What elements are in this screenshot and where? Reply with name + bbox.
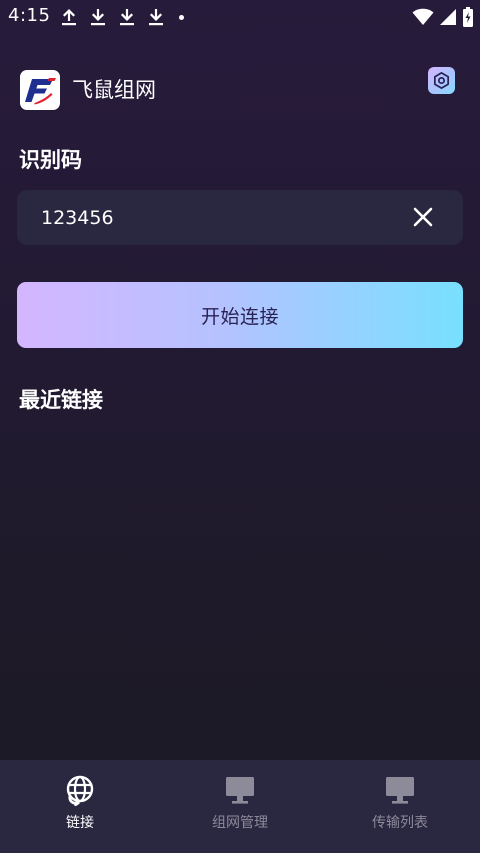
nav-item-link[interactable]: 链接 xyxy=(0,760,160,853)
download-icon xyxy=(91,9,105,26)
status-notification-icons xyxy=(60,6,184,28)
nav-item-transfer-list[interactable]: 传输列表 xyxy=(320,760,480,853)
id-code-input[interactable] xyxy=(41,190,401,245)
id-code-field xyxy=(17,190,463,245)
app-screen: 4:15 飞鼠组网 识别码 123456 开始连接 最近链接 链接 组网管理 传… xyxy=(0,0,480,853)
globe-link-icon xyxy=(64,774,96,806)
settings-hex-icon xyxy=(433,72,450,89)
id-code-label: 识别码 xyxy=(19,148,82,172)
clear-input-button[interactable] xyxy=(411,205,435,229)
status-bar: 4:15 xyxy=(0,0,480,34)
signal-icon xyxy=(440,9,456,25)
download-icon xyxy=(120,9,134,26)
nav-label-transfer-list: 传输列表 xyxy=(372,815,428,831)
monitor-icon xyxy=(224,774,256,806)
recent-connections-label: 最近链接 xyxy=(19,388,103,412)
status-time: 4:15 xyxy=(8,5,51,26)
download-icon xyxy=(149,9,163,26)
app-title: 飞鼠组网 xyxy=(72,78,156,102)
status-system-icons xyxy=(407,6,474,28)
wifi-icon xyxy=(412,8,434,26)
settings-button[interactable] xyxy=(428,67,455,94)
nav-label-link: 链接 xyxy=(66,815,94,831)
close-icon xyxy=(413,207,433,227)
monitor-icon xyxy=(384,774,416,806)
recent-connections-list xyxy=(17,430,463,750)
notification-dot-icon xyxy=(179,14,184,20)
app-header: 飞鼠组网 xyxy=(20,67,460,112)
battery-charging-icon xyxy=(463,7,473,27)
start-connect-button[interactable]: 开始连接 xyxy=(17,282,463,348)
app-logo-icon xyxy=(20,70,60,110)
bottom-navigation: 链接 组网管理 传输列表 xyxy=(0,760,480,853)
nav-label-network-management: 组网管理 xyxy=(212,815,268,831)
upload-icon xyxy=(62,9,76,26)
nav-item-network-management[interactable]: 组网管理 xyxy=(160,760,320,853)
